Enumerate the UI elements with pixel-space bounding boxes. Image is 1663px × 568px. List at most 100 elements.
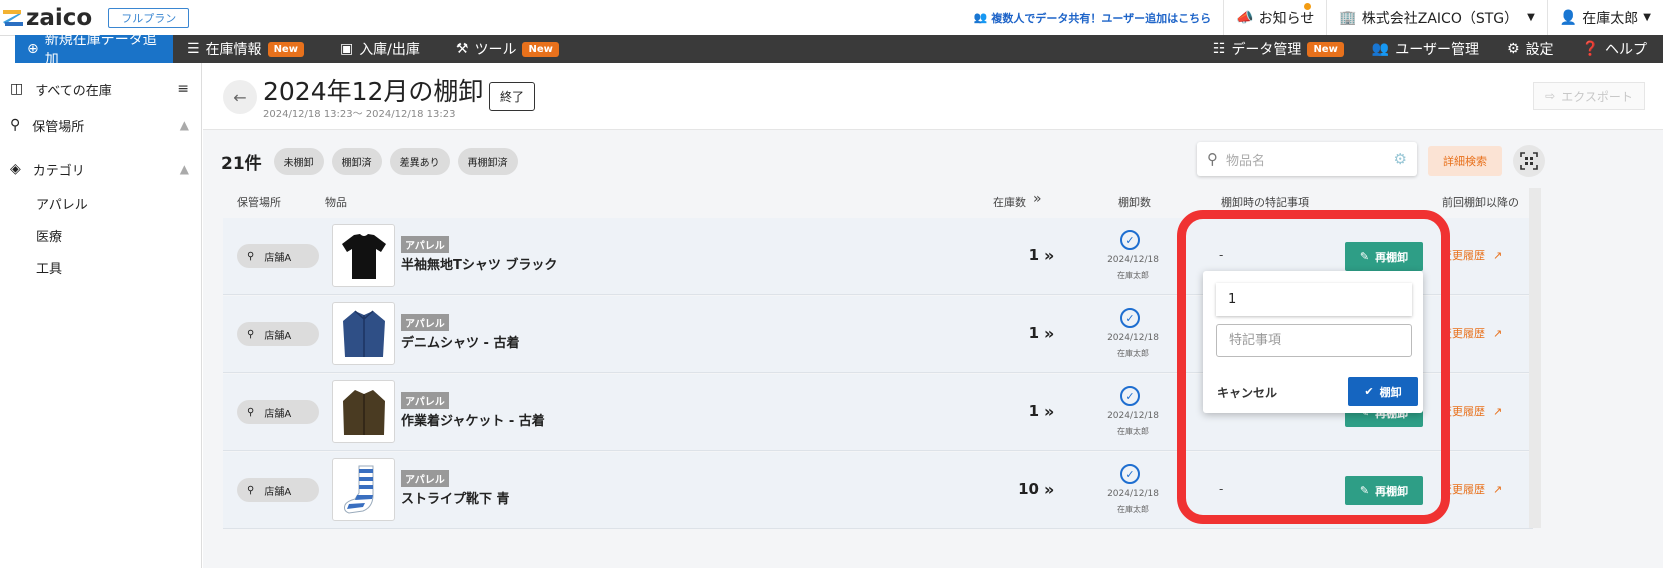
chevron-up-icon[interactable]: ▲ — [180, 162, 189, 176]
item-name[interactable]: 作業着ジャケット - 古着 — [401, 410, 545, 429]
history-link[interactable]: 変更履歴 ↗ — [1441, 325, 1502, 341]
qr-scan-button[interactable] — [1513, 145, 1545, 177]
new-badge: New — [522, 41, 559, 57]
filter-chip-recounted[interactable]: 再棚卸済 — [457, 148, 518, 175]
item-thumbnail[interactable] — [332, 224, 395, 287]
counted-date: 2024/12/18 — [1107, 411, 1159, 421]
megaphone-icon: 📣 — [1236, 9, 1254, 26]
location-chip[interactable]: ⚲ 店舗A — [237, 322, 319, 346]
history-link[interactable]: 変更履歴 ↗ — [1441, 403, 1502, 419]
scrollbar[interactable] — [1529, 188, 1541, 528]
jacket-image — [342, 389, 385, 435]
count-input[interactable] — [1216, 283, 1412, 316]
nav-inventory[interactable]: ☰ 在庫情報 New — [173, 35, 318, 63]
sidebar-item-all[interactable]: ◫ すべての在庫 ≡ — [0, 71, 201, 107]
add-inventory-button[interactable]: ⊕ 新規在庫データ追加 — [15, 32, 173, 68]
sidebar-subitem-apparel[interactable]: アパレル — [0, 187, 201, 219]
collapse-sidebar-icon[interactable]: ≡ — [177, 81, 189, 97]
nav-tools[interactable]: ⚒ ツール New — [442, 35, 573, 63]
sidebar-item-label: 保管場所 — [32, 119, 85, 135]
sidebar: ◫ すべての在庫 ≡ ⚲ 保管場所 ▲ ◈ カテゴリ ▲ アパレル 医療 工具 — [0, 63, 202, 568]
nav-settings[interactable]: ⚙ 設定 — [1493, 35, 1568, 63]
location-chip[interactable]: ⚲ 店舗A — [237, 244, 319, 268]
col-item: 物品 — [325, 196, 347, 209]
history-label: 変更履歴 — [1441, 327, 1485, 340]
sidebar-item-category[interactable]: ◈ カテゴリ ▲ — [0, 151, 201, 187]
nav-user-manage[interactable]: 👥 ユーザー管理 — [1358, 35, 1493, 63]
chevron-up-icon[interactable]: ▲ — [180, 118, 189, 132]
col-note: 棚卸時の特記事項 — [1221, 196, 1309, 209]
counted-date: 2024/12/18 — [1107, 255, 1159, 265]
company-menu[interactable]: 🏢 株式会社ZAICO（STG） ▼ — [1326, 0, 1547, 36]
sidebar-item-label: カテゴリ — [32, 163, 85, 179]
cancel-button[interactable]: キャンセル — [1217, 384, 1277, 401]
notifications-menu[interactable]: 📣 お知らせ — [1223, 0, 1326, 36]
gear-icon[interactable]: ⚙ — [1394, 150, 1407, 168]
stock-count: 1 — [1028, 324, 1039, 342]
counted-date: 2024/12/18 — [1107, 333, 1159, 343]
nav-help[interactable]: ❓ ヘルプ — [1568, 35, 1663, 63]
chevron-down-icon: ▼ — [1643, 12, 1651, 23]
checked-icon: ✓ — [1120, 308, 1140, 328]
filter-chip-diff[interactable]: 差異あり — [389, 148, 450, 175]
filter-chip-uncounted[interactable]: 未棚卸 — [273, 148, 324, 175]
sidebar-subitem-tools[interactable]: 工具 — [0, 251, 201, 283]
col-location: 保管場所 — [237, 196, 281, 209]
checked-icon: ✓ — [1120, 386, 1140, 406]
note-input[interactable] — [1216, 324, 1412, 357]
export-button[interactable]: ⇨ エクスポート — [1533, 82, 1645, 110]
sidebar-subitem-medical[interactable]: 医療 — [0, 219, 201, 251]
top-header: zaico フルプラン 👥 複数人でデータ共有！ユーザー追加はこちら 📣 お知ら… — [0, 0, 1663, 36]
end-button[interactable]: 終了 — [489, 82, 536, 111]
history-link[interactable]: 変更履歴 ↗ — [1441, 247, 1502, 263]
note-text: - — [1219, 248, 1224, 262]
plus-circle-icon: ⊕ — [27, 41, 39, 57]
advanced-search-button[interactable]: 詳細検索 — [1428, 146, 1502, 176]
nav-settings-label: 設定 — [1525, 42, 1554, 58]
plan-badge: フルプラン — [108, 7, 190, 28]
double-chevron-right-icon[interactable]: » — [1044, 246, 1054, 265]
main-content: ← 2024年12月の棚卸 2024/12/18 13:23～ 2024/12/… — [203, 63, 1663, 568]
item-name[interactable]: 半袖無地Tシャツ ブラック — [401, 254, 557, 273]
search-input[interactable]: ⚲ 物品名 ⚙ — [1197, 142, 1417, 176]
zaico-logo[interactable]: zaico — [2, 5, 92, 31]
list-icon: ☰ — [187, 41, 200, 57]
notification-dot — [1304, 2, 1312, 10]
location-chip[interactable]: ⚲ 店舗A — [237, 400, 319, 424]
nav-data-manage[interactable]: ☷ データ管理 New — [1199, 35, 1358, 63]
item-thumbnail[interactable] — [332, 302, 395, 365]
stock-count: 1 — [1028, 246, 1039, 264]
item-name[interactable]: ストライプ靴下 青 — [401, 488, 510, 507]
recount-button[interactable]: ✎ 再棚卸 — [1345, 242, 1423, 271]
back-button[interactable]: ← — [223, 80, 257, 114]
item-thumbnail[interactable] — [332, 380, 395, 443]
confirm-count-button[interactable]: ✔ 棚卸 — [1348, 377, 1418, 406]
location-chip[interactable]: ⚲ 店舗A — [237, 478, 319, 502]
double-chevron-right-icon[interactable]: » — [1033, 191, 1042, 207]
double-chevron-right-icon[interactable]: » — [1044, 480, 1054, 499]
nav-inout[interactable]: ▣ 入庫/出庫 — [326, 35, 434, 63]
page-date-range: 2024/12/18 13:23～ 2024/12/18 13:23 — [263, 109, 456, 120]
add-user-link[interactable]: 👥 複数人でデータ共有！ユーザー追加はこちら — [962, 10, 1223, 26]
user-menu[interactable]: 👤 在庫太郎 ▼ — [1546, 0, 1663, 36]
recount-button[interactable]: ✎ 再棚卸 — [1345, 476, 1423, 505]
table-row[interactable]: ⚲ 店舗A アパレル ストライプ靴下 青 10 » ✓ 2024/12/18 在庫… — [223, 452, 1533, 529]
tshirt-image — [341, 233, 386, 279]
category-tag: アパレル — [401, 236, 449, 253]
stock-count: 10 — [1018, 480, 1039, 498]
item-name[interactable]: デニムシャツ - 古着 — [401, 332, 519, 351]
double-chevron-right-icon[interactable]: » — [1044, 402, 1054, 421]
sidebar-item-locations[interactable]: ⚲ 保管場所 ▲ — [0, 107, 201, 143]
item-thumbnail[interactable] — [332, 458, 395, 521]
filter-chip-counted[interactable]: 棚卸済 — [331, 148, 382, 175]
export-icon: ⇨ — [1545, 89, 1556, 103]
help-icon: ❓ — [1581, 41, 1599, 57]
history-link[interactable]: 変更履歴 ↗ — [1441, 481, 1502, 497]
new-badge: New — [267, 41, 304, 57]
checked-icon: ✓ — [1120, 464, 1140, 484]
new-badge: New — [1307, 41, 1344, 57]
category-tag: アパレル — [401, 314, 449, 331]
double-chevron-right-icon[interactable]: » — [1044, 324, 1054, 343]
sidebar-item-label: すべての在庫 — [35, 83, 112, 99]
category-tag: アパレル — [401, 470, 449, 487]
